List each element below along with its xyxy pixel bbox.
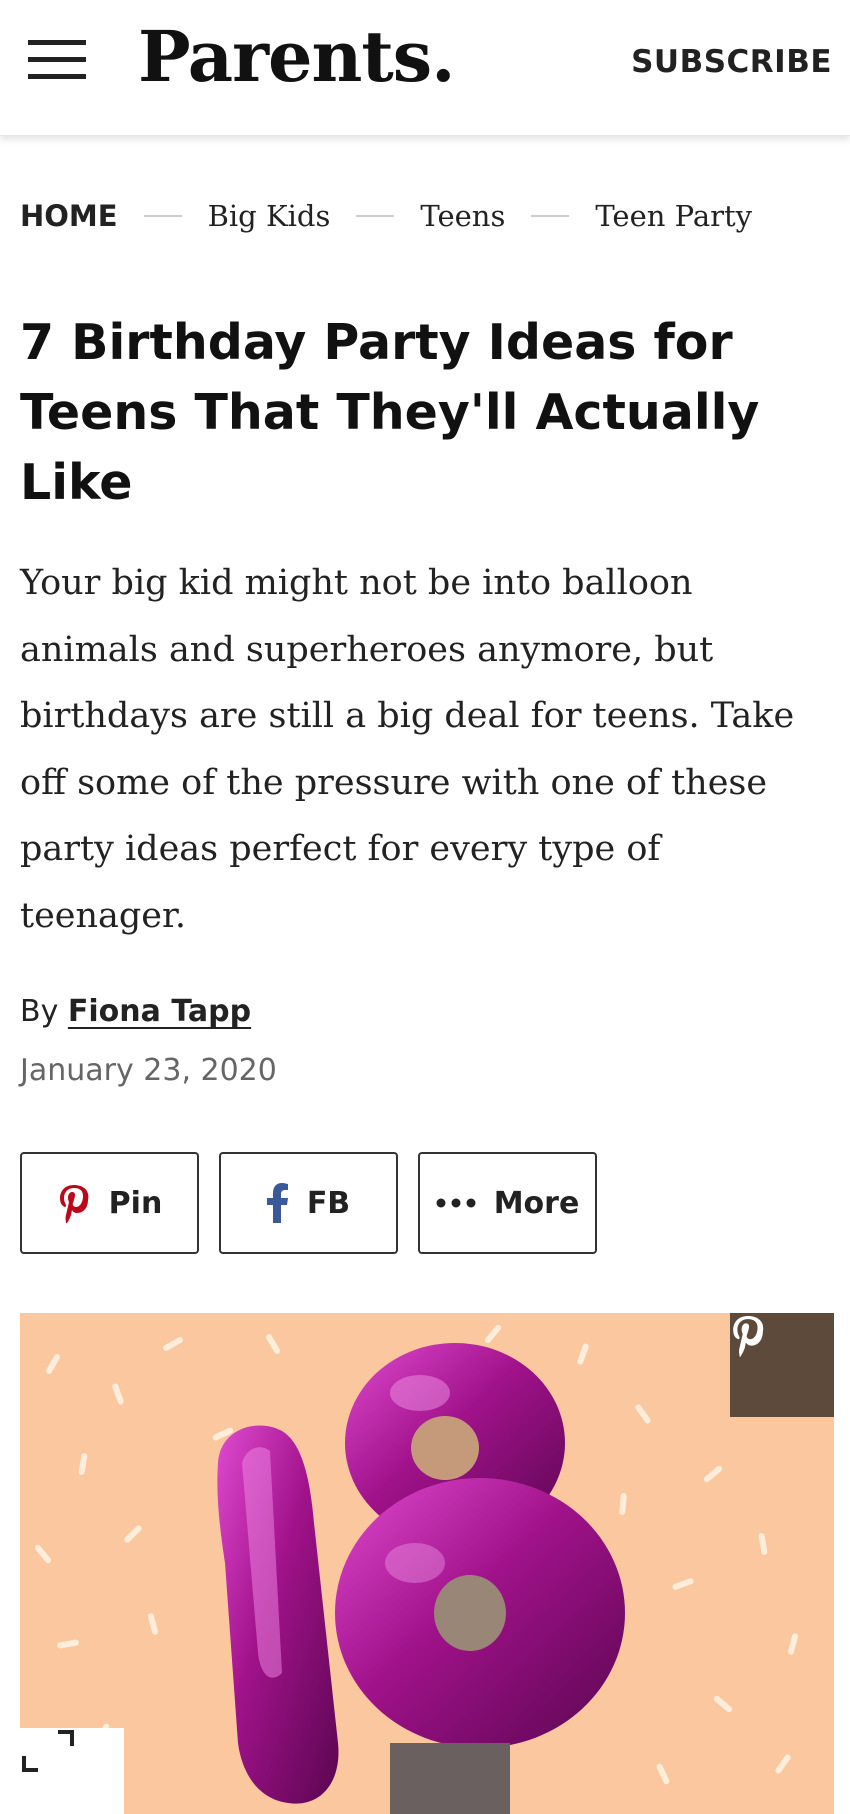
- menu-bar: [28, 57, 86, 62]
- breadcrumb-separator: [531, 215, 570, 217]
- site-header: Parents. SUBSCRIBE: [0, 0, 850, 136]
- byline-prefix: By: [20, 994, 59, 1029]
- image-pin-button[interactable]: [730, 1313, 834, 1417]
- publish-date: January 23, 2020: [20, 1053, 277, 1088]
- share-bar: Pin FB More: [20, 1152, 597, 1254]
- facebook-icon: [266, 1183, 289, 1223]
- more-share-button[interactable]: More: [418, 1152, 597, 1254]
- hero-illustration: [33, 1324, 799, 1814]
- menu-hamburger-icon[interactable]: [28, 40, 86, 80]
- author-link[interactable]: Fiona Tapp: [68, 994, 251, 1029]
- site-logo[interactable]: Parents.: [138, 22, 456, 92]
- hero-image: [20, 1313, 834, 1814]
- more-dots-icon: [436, 1198, 476, 1208]
- breadcrumb-item-teens[interactable]: Teens: [420, 199, 505, 233]
- facebook-share-button[interactable]: FB: [219, 1152, 398, 1254]
- image-expand-button[interactable]: [20, 1728, 124, 1814]
- pin-share-button[interactable]: Pin: [20, 1152, 199, 1254]
- breadcrumb-item-big-kids[interactable]: Big Kids: [208, 199, 331, 233]
- breadcrumb: HOME Big Kids Teens Teen Party: [20, 196, 752, 236]
- more-label: More: [493, 1185, 580, 1221]
- article-title: 7 Birthday Party Ideas for Teens That Th…: [20, 314, 760, 511]
- byline: By Fiona Tapp: [20, 994, 251, 1029]
- breadcrumb-home[interactable]: HOME: [20, 199, 118, 233]
- menu-bar: [28, 74, 86, 79]
- article-dek: Your big kid might not be into balloon a…: [20, 563, 795, 936]
- menu-bar: [28, 40, 86, 45]
- breadcrumb-item-teen-party[interactable]: Teen Party: [595, 199, 752, 233]
- fb-label: FB: [306, 1185, 351, 1221]
- breadcrumb-separator: [143, 215, 182, 217]
- pin-label: Pin: [108, 1185, 163, 1221]
- breadcrumb-separator: [356, 215, 395, 217]
- pinterest-icon: [57, 1183, 91, 1223]
- subscribe-link[interactable]: SUBSCRIBE: [631, 44, 832, 80]
